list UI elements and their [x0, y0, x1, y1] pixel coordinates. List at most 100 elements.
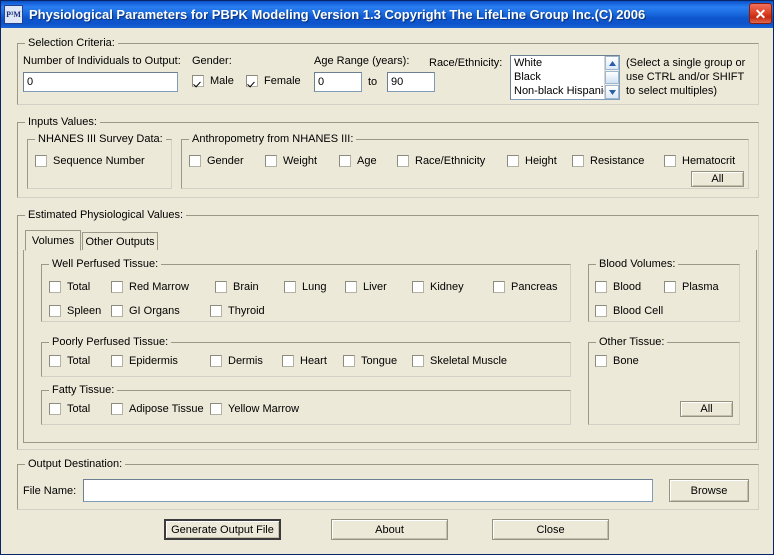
other-tissue-legend: Other Tissue:	[596, 336, 668, 348]
checkbox-box	[215, 281, 227, 293]
wp-gi-organs-label: GI Organs	[129, 305, 180, 317]
scroll-up-arrow-icon[interactable]	[605, 56, 619, 70]
about-button[interactable]: About	[331, 519, 448, 540]
checkbox-box	[35, 155, 47, 167]
close-window-button[interactable]: ✕	[749, 3, 772, 24]
checkbox-box	[664, 155, 676, 167]
wp-pancreas-checkbox[interactable]: Pancreas	[493, 281, 557, 293]
generate-output-file-button[interactable]: Generate Output File	[164, 519, 281, 540]
anthro-height-label: Height	[525, 155, 557, 167]
race-hint-line-3: to select multiples)	[626, 85, 718, 97]
race-ethnicity-listbox[interactable]: White Black Non-black Hispanic Other	[510, 55, 620, 100]
checkbox-box	[210, 403, 222, 415]
listbox-scrollbar[interactable]	[604, 56, 619, 99]
title-bar[interactable]: P³M Physiological Parameters for PBPK Mo…	[1, 1, 773, 28]
checkbox-box	[595, 281, 607, 293]
wp-liver-label: Liver	[363, 281, 387, 293]
checkbox-box	[493, 281, 505, 293]
gender-male-label: Male	[210, 75, 234, 87]
ft-total-checkbox[interactable]: Total	[49, 403, 90, 415]
blood-volumes-legend: Blood Volumes:	[596, 258, 679, 270]
race-option[interactable]: Other	[511, 98, 619, 99]
wp-pancreas-label: Pancreas	[511, 281, 558, 293]
tab-other-outputs[interactable]: Other Outputs	[82, 232, 158, 251]
wp-lung-checkbox[interactable]: Lung	[284, 281, 326, 293]
pp-tongue-label: Tongue	[361, 355, 398, 367]
tab-volumes[interactable]: Volumes	[25, 230, 81, 251]
anthro-resistance-checkbox[interactable]: Resistance	[572, 155, 644, 167]
estimated-values-legend: Estimated Physiological Values:	[25, 209, 187, 221]
scrollbar-thumb[interactable]	[605, 71, 619, 84]
bv-blood-checkbox[interactable]: Blood	[595, 281, 641, 293]
wp-kidney-label: Kidney	[430, 281, 464, 293]
checkbox-box	[111, 281, 123, 293]
pp-dermis-checkbox[interactable]: Dermis	[210, 355, 263, 367]
wp-spleen-checkbox[interactable]: Spleen	[49, 305, 101, 317]
wp-gi-organs-checkbox[interactable]: GI Organs	[111, 305, 180, 317]
race-option[interactable]: White	[511, 56, 619, 70]
pp-skeletal-muscle-checkbox[interactable]: Skeletal Muscle	[412, 355, 507, 367]
close-button[interactable]: Close	[492, 519, 609, 540]
wp-lung-label: Lung	[302, 281, 327, 293]
browse-button[interactable]: Browse	[669, 479, 749, 502]
anthro-age-checkbox[interactable]: Age	[339, 155, 377, 167]
checkbox-box	[111, 403, 123, 415]
age-max-input[interactable]: 90	[387, 72, 435, 92]
checkbox-box	[192, 75, 204, 87]
checkbox-box	[664, 281, 676, 293]
pp-total-checkbox[interactable]: Total	[49, 355, 90, 367]
gender-male-checkbox[interactable]: Male	[192, 75, 234, 87]
num-individuals-input[interactable]: 0	[23, 72, 178, 92]
wp-spleen-label: Spleen	[67, 305, 102, 317]
anthro-hematocrit-checkbox[interactable]: Hematocrit	[664, 155, 735, 167]
pp-tongue-checkbox[interactable]: Tongue	[343, 355, 397, 367]
file-name-label: File Name:	[23, 485, 77, 497]
well-perfused-legend: Well Perfused Tissue:	[49, 258, 162, 270]
checkbox-box	[412, 281, 424, 293]
anthro-hematocrit-label: Hematocrit	[682, 155, 736, 167]
anthro-gender-label: Gender	[207, 155, 244, 167]
anthro-gender-checkbox[interactable]: Gender	[189, 155, 244, 167]
anthro-height-checkbox[interactable]: Height	[507, 155, 557, 167]
pp-skeletal-muscle-label: Skeletal Muscle	[430, 355, 508, 367]
wp-red-marrow-checkbox[interactable]: Red Marrow	[111, 281, 189, 293]
inputs-all-button[interactable]: All	[691, 171, 744, 187]
race-option[interactable]: Black	[511, 70, 619, 84]
wp-brain-checkbox[interactable]: Brain	[215, 281, 259, 293]
checkbox-box	[189, 155, 201, 167]
bv-plasma-checkbox[interactable]: Plasma	[664, 281, 719, 293]
app-icon: P³M	[4, 5, 23, 24]
selection-criteria-legend: Selection Criteria:	[25, 37, 118, 49]
wp-kidney-checkbox[interactable]: Kidney	[412, 281, 464, 293]
checkbox-box	[210, 305, 222, 317]
anthro-race-ethnicity-label: Race/Ethnicity	[415, 155, 486, 167]
gender-label: Gender:	[192, 55, 232, 67]
wp-thyroid-label: Thyroid	[228, 305, 265, 317]
wp-liver-checkbox[interactable]: Liver	[345, 281, 387, 293]
checkbox-box	[507, 155, 519, 167]
scroll-down-arrow-icon[interactable]	[605, 85, 619, 99]
pp-epidermis-checkbox[interactable]: Epidermis	[111, 355, 178, 367]
bv-blood-cell-checkbox[interactable]: Blood Cell	[595, 305, 663, 317]
age-min-input[interactable]: 0	[314, 72, 362, 92]
wp-thyroid-checkbox[interactable]: Thyroid	[210, 305, 265, 317]
application-window: P³M Physiological Parameters for PBPK Mo…	[0, 0, 774, 555]
ot-bone-checkbox[interactable]: Bone	[595, 355, 639, 367]
ft-adipose-tissue-checkbox[interactable]: Adipose Tissue	[111, 403, 204, 415]
ft-yellow-marrow-label: Yellow Marrow	[228, 403, 300, 415]
pp-heart-checkbox[interactable]: Heart	[282, 355, 327, 367]
race-option[interactable]: Non-black Hispanic	[511, 84, 619, 98]
file-name-input[interactable]	[83, 479, 653, 502]
gender-female-checkbox[interactable]: Female	[246, 75, 301, 87]
anthro-weight-checkbox[interactable]: Weight	[265, 155, 317, 167]
estimated-all-button[interactable]: All	[680, 401, 733, 417]
bv-blood-label: Blood	[613, 281, 642, 293]
anthro-race-ethnicity-checkbox[interactable]: Race/Ethnicity	[397, 155, 485, 167]
sequence-number-checkbox[interactable]: Sequence Number	[35, 155, 145, 167]
wp-total-checkbox[interactable]: Total	[49, 281, 90, 293]
checkbox-box	[111, 355, 123, 367]
checkbox-box	[49, 281, 61, 293]
ft-adipose-tissue-label: Adipose Tissue	[129, 403, 204, 415]
ft-yellow-marrow-checkbox[interactable]: Yellow Marrow	[210, 403, 299, 415]
checkbox-box	[111, 305, 123, 317]
